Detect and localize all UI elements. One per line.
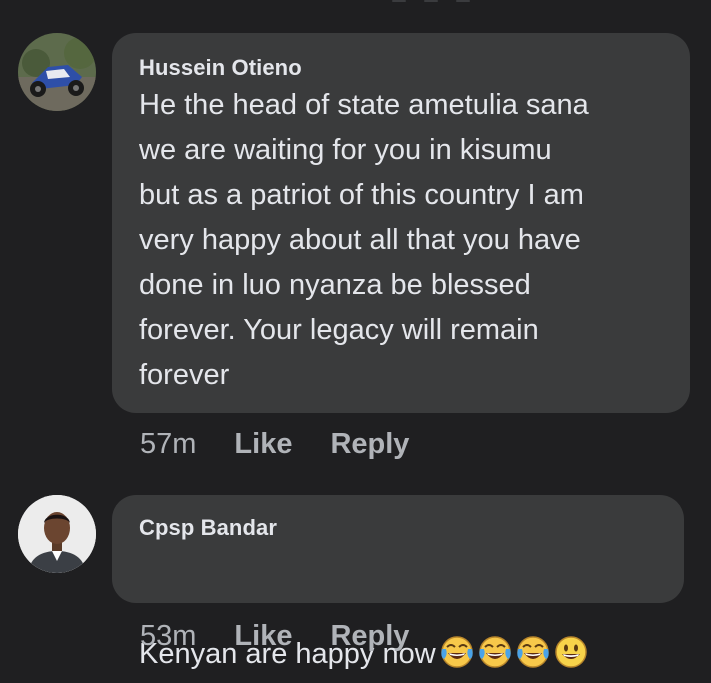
- grinning-face-icon: [554, 590, 588, 683]
- comment-author[interactable]: Hussein Otieno: [139, 55, 664, 81]
- comment-bubble[interactable]: Hussein Otieno He the head of state amet…: [112, 33, 690, 413]
- motorcycle-photo-avatar-icon: [18, 33, 96, 111]
- man-portrait-avatar-icon: [18, 495, 96, 573]
- comment-actions: 53m Like Reply: [140, 620, 447, 653]
- comment-timestamp[interactable]: 53m: [140, 620, 196, 653]
- like-button[interactable]: Like: [234, 428, 292, 461]
- like-button[interactable]: Like: [234, 620, 292, 653]
- face-with-tears-of-joy-icon: [478, 590, 512, 683]
- avatar[interactable]: [18, 495, 96, 573]
- top-divider-mark: [392, 0, 406, 2]
- top-divider-mark: [424, 0, 438, 2]
- comment-actions: 57m Like Reply: [140, 428, 447, 461]
- reply-button[interactable]: Reply: [330, 620, 409, 653]
- avatar[interactable]: [18, 33, 96, 111]
- reply-button[interactable]: Reply: [330, 428, 409, 461]
- comment-text: He the head of state ametulia sana we ar…: [139, 89, 589, 391]
- comment-timestamp[interactable]: 57m: [140, 428, 196, 461]
- top-divider-mark: [456, 0, 470, 2]
- face-with-tears-of-joy-icon: [516, 590, 550, 683]
- comment-text-line: Kenyan are happy now: [139, 545, 658, 683]
- comment-author[interactable]: Cpsp Bandar: [139, 515, 658, 541]
- comment-bubble[interactable]: Cpsp Bandar Kenyan are happy now: [112, 495, 684, 670]
